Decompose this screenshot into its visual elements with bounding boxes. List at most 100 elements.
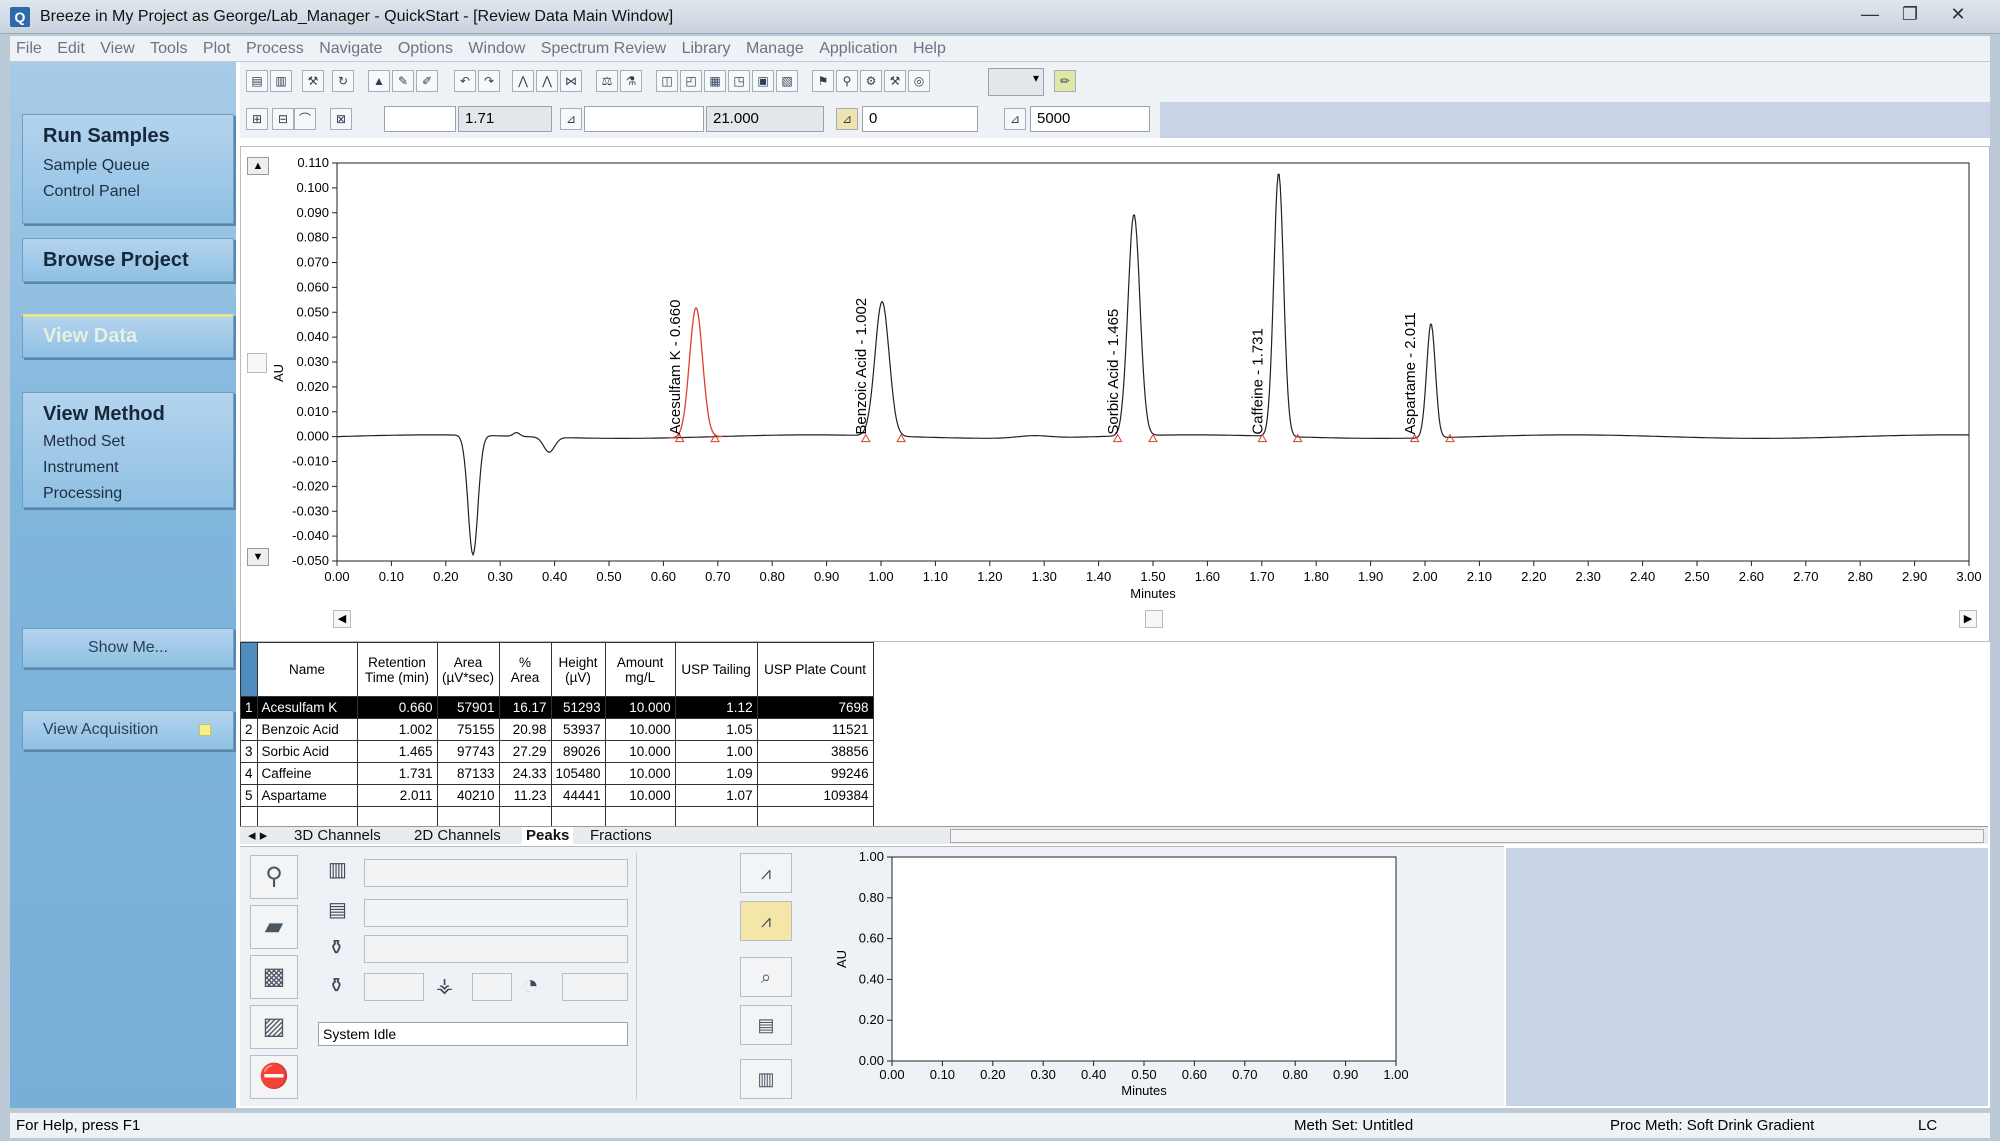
table-row[interactable]: 1 Acesulfam K 0.660 57901 16.17 51293 10… xyxy=(240,696,874,719)
preview-icon[interactable]: ◳ xyxy=(728,70,750,92)
menu-view[interactable]: View xyxy=(94,36,139,62)
menu-library[interactable]: Library xyxy=(676,36,736,62)
tab-fractions[interactable]: Fractions xyxy=(586,827,656,845)
menu-file[interactable]: File xyxy=(10,36,47,62)
scroll-down-button[interactable]: ▼ xyxy=(247,548,269,566)
peak-split-icon[interactable]: ⋈ xyxy=(560,70,582,92)
width-icon[interactable]: ⊿ xyxy=(1004,108,1026,130)
table-row[interactable]: 5 Aspartame 2.011 40210 11.23 44441 10.0… xyxy=(240,784,874,807)
maximize-button[interactable]: ❐ xyxy=(1892,4,1928,26)
table-row[interactable]: 2 Benzoic Acid 1.002 75155 20.98 53937 1… xyxy=(240,718,874,741)
open-icon[interactable]: ▤ xyxy=(246,70,268,92)
overlay-icon[interactable]: ◫ xyxy=(656,70,678,92)
y-start-field[interactable] xyxy=(584,106,704,132)
stack-icon[interactable]: ◰ xyxy=(680,70,702,92)
y-end-field[interactable]: 21.000 xyxy=(706,106,824,132)
zoom-trace-icon[interactable]: ⊟ xyxy=(272,108,294,130)
menu-navigate[interactable]: Navigate xyxy=(313,36,387,62)
tools-icon[interactable]: ⚒ xyxy=(884,70,906,92)
menu-edit[interactable]: Edit xyxy=(51,36,90,62)
menu-plot[interactable]: Plot xyxy=(197,36,236,62)
menu-window[interactable]: Window xyxy=(462,36,530,62)
minimize-button[interactable]: — xyxy=(1852,4,1888,26)
scroll-up-button[interactable]: ▲ xyxy=(247,157,269,175)
control-panel-link[interactable]: Control Panel xyxy=(43,183,140,201)
processing-link[interactable]: Processing xyxy=(43,485,122,503)
report-icon[interactable]: ▦ xyxy=(704,70,726,92)
menu-process[interactable]: Process xyxy=(240,36,309,62)
y-scale-icon[interactable]: ⊿ xyxy=(560,108,582,130)
edit-icon[interactable]: ✐ xyxy=(416,70,438,92)
zoom-peak-icon[interactable]: ⌒ xyxy=(294,108,316,130)
probe-icon[interactable]: ⚲ xyxy=(836,70,858,92)
method-set-link[interactable]: Method Set xyxy=(43,433,125,451)
menu-tools[interactable]: Tools xyxy=(144,36,192,62)
peak-width-field[interactable]: 5000 xyxy=(1030,106,1150,132)
close-button[interactable]: ✕ xyxy=(1940,4,1976,26)
quantitate-icon[interactable]: ⚗ xyxy=(620,70,642,92)
column-header-retention-time[interactable]: Retention Time (min) xyxy=(356,642,438,697)
scroll-right-button[interactable]: ▶ xyxy=(1959,610,1977,628)
column-header-usp-plate-count[interactable]: USP Plate Count xyxy=(756,642,874,697)
spectrum-table-icon[interactable]: ▤ xyxy=(740,1005,792,1045)
chart-icon[interactable]: ▲ xyxy=(368,70,390,92)
spectrum-search-icon[interactable]: ⌕ xyxy=(740,957,792,997)
column-header-height[interactable]: Height (µV) xyxy=(550,642,606,697)
inject-icon[interactable]: ⚲ xyxy=(250,855,298,899)
sample-queue-link[interactable]: Sample Queue xyxy=(43,157,150,175)
view-acquisition-button[interactable]: View Acquisition xyxy=(22,710,234,750)
column-header-usp-tailing[interactable]: USP Tailing xyxy=(674,642,758,697)
view-data-button[interactable]: View Data xyxy=(22,314,234,358)
undo-icon[interactable]: ↶ xyxy=(454,70,476,92)
run-icon[interactable]: ⚑ xyxy=(812,70,834,92)
sample-icon[interactable]: ▰ xyxy=(250,905,298,949)
zoom-in-icon[interactable]: ⊞ xyxy=(246,108,268,130)
view-method-link[interactable]: View Method xyxy=(43,403,165,426)
abort-icon[interactable]: ⛔ xyxy=(250,1055,298,1099)
menu-spectrum-review[interactable]: Spectrum Review xyxy=(535,36,671,62)
fit-icon[interactable]: ⊠ xyxy=(330,108,352,130)
highlight-icon[interactable]: ✏ xyxy=(1054,70,1076,92)
instrument-link[interactable]: Instrument xyxy=(43,459,119,477)
tab-2d-channels[interactable]: 2D Channels xyxy=(410,827,505,845)
run-samples-link[interactable]: Run Samples xyxy=(43,125,170,148)
column-header-name[interactable]: Name xyxy=(256,642,358,697)
x-scroll-thumb[interactable] xyxy=(1145,610,1163,628)
select-all-cell[interactable] xyxy=(240,642,258,697)
calibrate-icon[interactable]: ⚖ xyxy=(596,70,618,92)
integrate-icon[interactable]: ⚒ xyxy=(302,70,324,92)
overlay-chromatogram-icon[interactable]: ⩘ xyxy=(740,853,792,893)
menu-application[interactable]: Application xyxy=(813,36,902,62)
table-row[interactable]: 3 Sorbic Acid 1.465 97743 27.29 89026 10… xyxy=(240,740,874,763)
refresh-icon[interactable]: ↻ xyxy=(332,70,354,92)
spectrum-report-icon[interactable]: ▥ xyxy=(740,1059,792,1099)
scale-dropdown[interactable]: ▾ xyxy=(988,68,1044,96)
print-icon[interactable]: ▣ xyxy=(752,70,774,92)
redo-icon[interactable]: ↷ xyxy=(478,70,500,92)
x-end-field[interactable]: 1.71 xyxy=(458,106,552,132)
tab-peaks[interactable]: Peaks xyxy=(522,827,574,845)
tab-3d-channels[interactable]: 3D Channels xyxy=(290,827,385,845)
network-icon[interactable]: ⚙ xyxy=(860,70,882,92)
horizontal-scrollbar[interactable] xyxy=(950,829,1984,843)
show-me-button[interactable]: Show Me... xyxy=(22,628,234,668)
column-header-area[interactable]: Area (µV*sec) xyxy=(436,642,500,697)
x-start-field[interactable] xyxy=(384,106,456,132)
threshold-icon[interactable]: ⊿ xyxy=(836,108,858,130)
column-header-percent-area[interactable]: % Area xyxy=(498,642,552,697)
save-icon[interactable]: ▥ xyxy=(270,70,292,92)
copy-icon[interactable]: ▩ xyxy=(250,955,298,999)
menu-manage[interactable]: Manage xyxy=(740,36,809,62)
browse-project-button[interactable]: Browse Project xyxy=(22,238,234,282)
scroll-left-button[interactable]: ◀ xyxy=(333,610,351,628)
menu-options[interactable]: Options xyxy=(392,36,458,62)
menu-help[interactable]: Help xyxy=(907,36,951,62)
export-icon[interactable]: ▧ xyxy=(776,70,798,92)
column-header-amount[interactable]: Amount mg/L xyxy=(604,642,676,697)
threshold-field[interactable]: 0 xyxy=(862,106,978,132)
globe-icon[interactable]: ◎ xyxy=(908,70,930,92)
table-row[interactable]: 4 Caffeine 1.731 87133 24.33 105480 10.0… xyxy=(240,762,874,785)
spectrum-icon[interactable]: ⩘ xyxy=(740,901,792,941)
y-scroll-thumb[interactable] xyxy=(247,353,267,373)
marker-icon[interactable]: ✎ xyxy=(392,70,414,92)
